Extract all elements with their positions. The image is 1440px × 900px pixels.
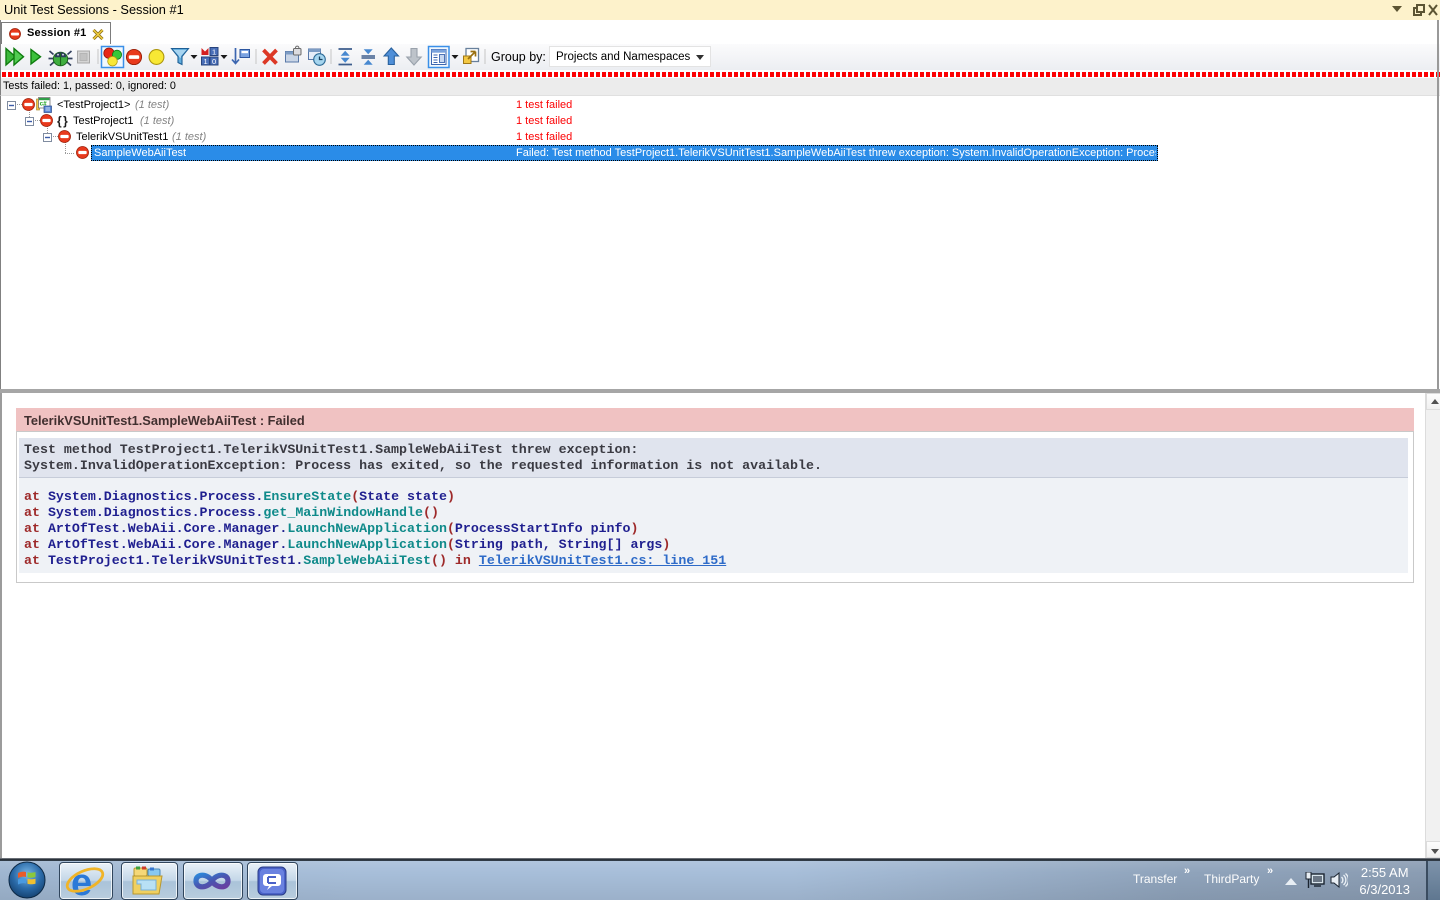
svg-text:0: 0 [212,57,216,66]
svg-text:1: 1 [204,57,208,66]
svg-text:1: 1 [212,47,216,56]
